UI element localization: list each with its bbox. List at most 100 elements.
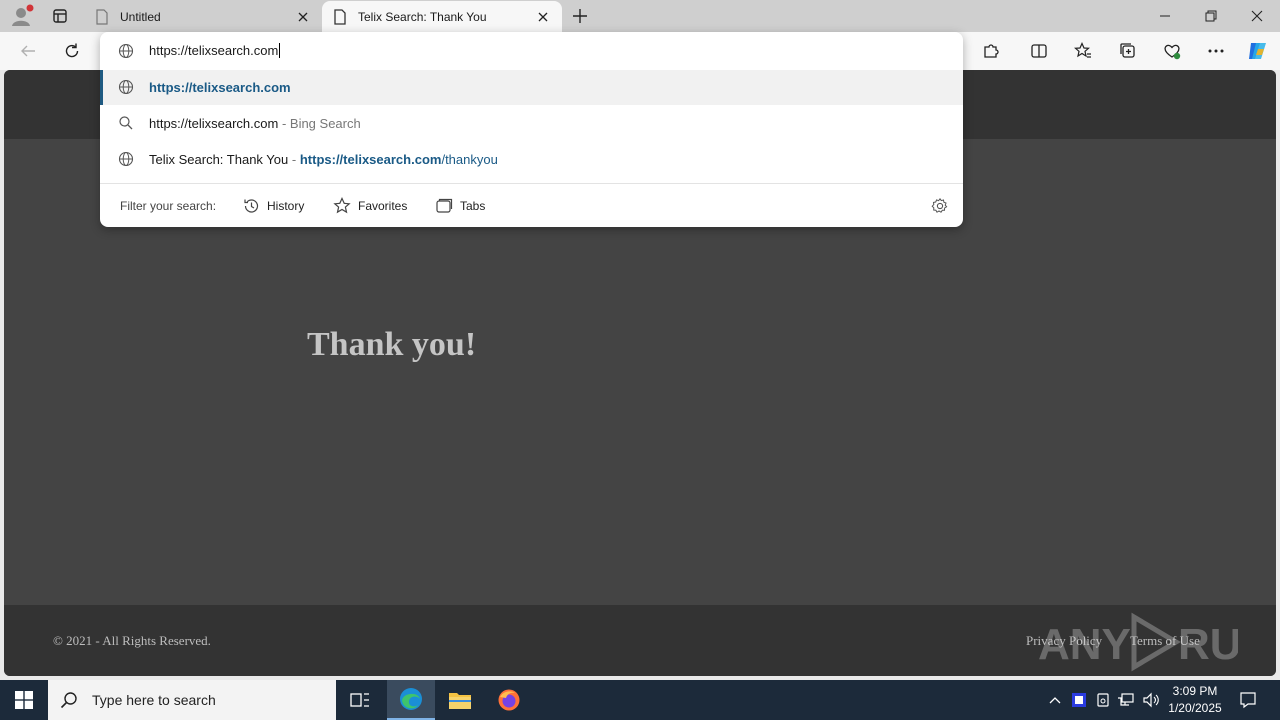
favorites-button[interactable] — [1068, 36, 1098, 66]
page-icon — [332, 8, 348, 25]
extensions-button[interactable] — [976, 36, 1006, 66]
tab-telix-search[interactable]: Telix Search: Thank You — [322, 1, 562, 32]
tray-app-icon[interactable] — [1068, 680, 1090, 720]
clock-time: 3:09 PM — [1172, 684, 1218, 698]
page-footer: © 2021 - All Rights Reserved. Privacy Po… — [4, 605, 1276, 676]
search-icon — [60, 692, 77, 709]
restore-icon — [1205, 10, 1217, 22]
network-button[interactable] — [1115, 680, 1137, 720]
filter-row: Filter your search: History Favorites Ta… — [100, 184, 963, 227]
suggestion-item[interactable]: https://telixsearch.com — [100, 70, 963, 105]
search-icon — [118, 115, 134, 131]
restore-button[interactable] — [1188, 0, 1234, 32]
device-icon — [1097, 693, 1109, 707]
filter-history[interactable]: History — [242, 195, 304, 217]
edge-taskbar-app[interactable] — [387, 680, 435, 720]
minimize-icon — [1160, 15, 1170, 17]
minimize-button[interactable] — [1142, 0, 1188, 32]
suggestion-item[interactable]: https://telixsearch.com - Bing Search — [100, 106, 963, 141]
taskbar-search-box[interactable]: Type here to search — [48, 680, 336, 720]
tray-device-icon[interactable] — [1092, 680, 1114, 720]
heart-pulse-icon — [1164, 44, 1181, 60]
filter-favorites[interactable]: Favorites — [333, 195, 407, 217]
task-view-icon — [350, 693, 369, 707]
clock-date: 1/20/2025 — [1168, 701, 1222, 715]
suggestion-suffix: - Bing Search — [281, 116, 361, 131]
svg-text:RUN: RUN — [1178, 620, 1238, 669]
collections-icon — [1120, 43, 1135, 58]
refresh-button[interactable] — [57, 36, 87, 66]
windows-taskbar: Type here to search 3:09 PM 1/20/2025 — [0, 680, 1280, 720]
task-view-button[interactable] — [336, 680, 384, 720]
address-bar[interactable]: https://telixsearch.com — [100, 32, 963, 70]
refresh-icon — [65, 43, 79, 58]
tabs-icon — [436, 198, 453, 213]
close-icon[interactable] — [534, 8, 552, 26]
svg-text:ANY: ANY — [1038, 620, 1131, 669]
notifications-button[interactable] — [1234, 680, 1262, 720]
file-explorer-taskbar-app[interactable] — [436, 680, 484, 720]
performance-button[interactable] — [1157, 36, 1187, 66]
tab-actions-icon — [53, 9, 67, 23]
volume-button[interactable] — [1140, 680, 1162, 720]
blue-square-icon — [1072, 693, 1086, 707]
collections-button[interactable] — [1113, 36, 1143, 66]
filter-label-tabs: Tabs — [460, 199, 486, 213]
close-window-button[interactable] — [1234, 0, 1280, 32]
anyrun-logo: ANY RUN — [1038, 612, 1238, 672]
suggestion-title: Telix Search: Thank You — [149, 152, 289, 167]
suggestion-separator: - — [291, 152, 297, 167]
suggestion-url-path: /thankyou — [441, 152, 498, 167]
edge-icon — [400, 688, 422, 710]
suggestion-item[interactable]: Telix Search: Thank You - https://telixs… — [100, 142, 963, 177]
copilot-icon — [1249, 43, 1266, 59]
globe-icon — [118, 43, 134, 59]
taskbar-search-placeholder: Type here to search — [92, 692, 216, 708]
split-screen-button[interactable] — [1024, 36, 1054, 66]
firefox-taskbar-app[interactable] — [485, 680, 533, 720]
back-button[interactable] — [13, 36, 43, 66]
tab-strip: Untitled Telix Search: Thank You — [0, 0, 1280, 32]
suggestion-text: https://telixsearch.com - Bing Search — [149, 116, 361, 131]
copyright-text: © 2021 - All Rights Reserved. — [53, 633, 211, 648]
star-icon — [333, 197, 351, 214]
start-button[interactable] — [0, 680, 48, 720]
filter-label: Filter your search: — [120, 199, 217, 213]
page-heading: Thank you! — [307, 326, 477, 363]
search-settings-button[interactable] — [930, 196, 950, 216]
notification-icon — [1240, 692, 1256, 709]
close-icon — [1251, 10, 1263, 22]
more-icon — [1208, 49, 1224, 53]
gear-icon — [931, 197, 948, 213]
arrow-left-icon — [21, 45, 35, 57]
tab-untitled[interactable]: Untitled — [84, 1, 322, 32]
new-tab-button[interactable] — [568, 5, 592, 27]
globe-icon — [118, 151, 134, 167]
show-hidden-icons-button[interactable] — [1044, 680, 1066, 720]
suggestion-query: https://telixsearch.com — [149, 116, 279, 131]
network-icon — [1118, 693, 1134, 706]
split-screen-icon — [1031, 44, 1047, 58]
settings-more-button[interactable] — [1201, 36, 1231, 66]
folder-icon — [449, 693, 471, 709]
address-bar-dropdown: https://telixsearch.com https://telixsea… — [100, 32, 963, 227]
tab-actions-button[interactable] — [46, 4, 74, 28]
firefox-icon — [498, 689, 520, 711]
address-input[interactable]: https://telixsearch.com — [149, 43, 849, 58]
windows-logo-icon — [15, 691, 33, 709]
profile-button[interactable] — [8, 4, 34, 28]
speaker-icon — [1143, 692, 1159, 708]
filter-tabs[interactable]: Tabs — [435, 195, 485, 217]
history-icon — [244, 199, 259, 213]
taskbar-clock[interactable]: 3:09 PM 1/20/2025 — [1162, 683, 1228, 717]
suggestion-text: https://telixsearch.com — [149, 80, 291, 95]
anyrun-watermark: ANY RUN — [1038, 609, 1238, 675]
close-icon[interactable] — [294, 8, 312, 26]
globe-icon — [118, 79, 134, 95]
page-icon — [94, 8, 110, 25]
profile-icon — [12, 4, 34, 26]
filter-label-history: History — [267, 199, 305, 213]
suggestion-url-domain: https://telixsearch.com — [299, 152, 442, 167]
copilot-button[interactable] — [1243, 36, 1273, 66]
tab-title: Untitled — [120, 9, 161, 24]
